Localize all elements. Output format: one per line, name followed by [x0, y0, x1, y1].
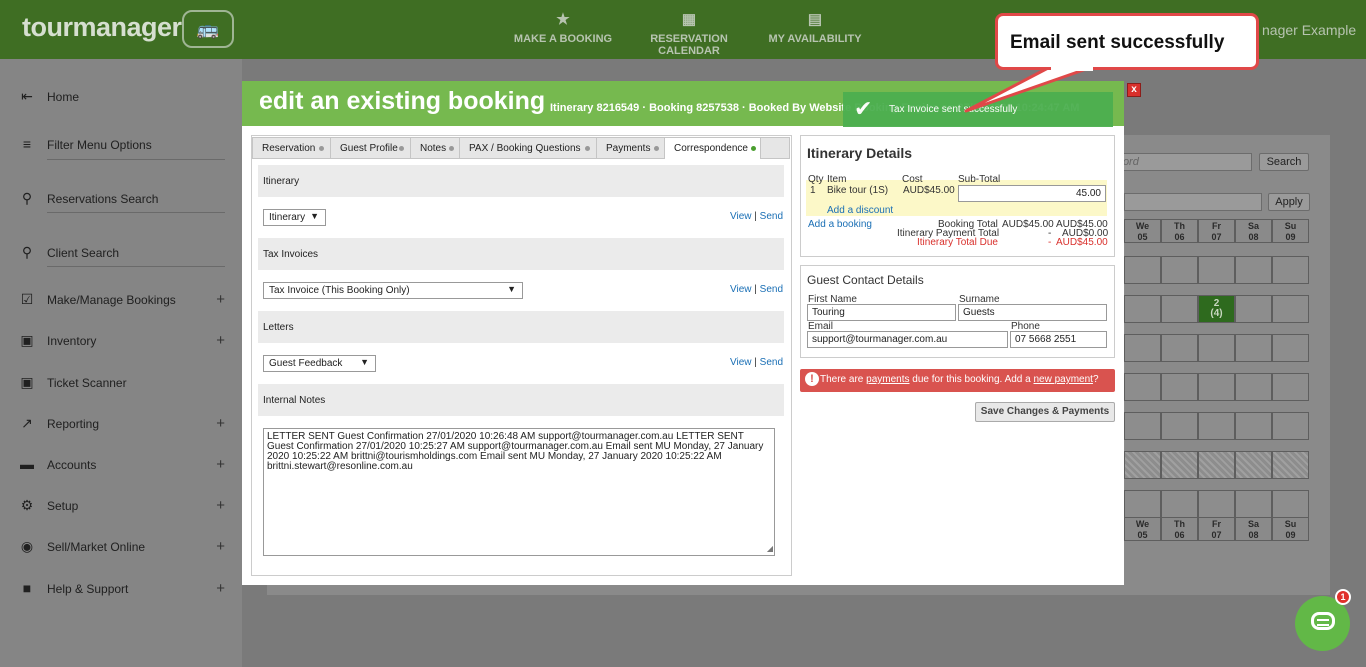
- callout-joint: [1051, 64, 1093, 71]
- callout-box: Email sent successfully: [995, 13, 1259, 70]
- callout-text: Email sent successfully: [1010, 32, 1225, 53]
- chat-notification-badge: 1: [1335, 589, 1351, 605]
- chat-bubble-icon: [1311, 612, 1335, 630]
- callout-pointer: [964, 65, 1094, 113]
